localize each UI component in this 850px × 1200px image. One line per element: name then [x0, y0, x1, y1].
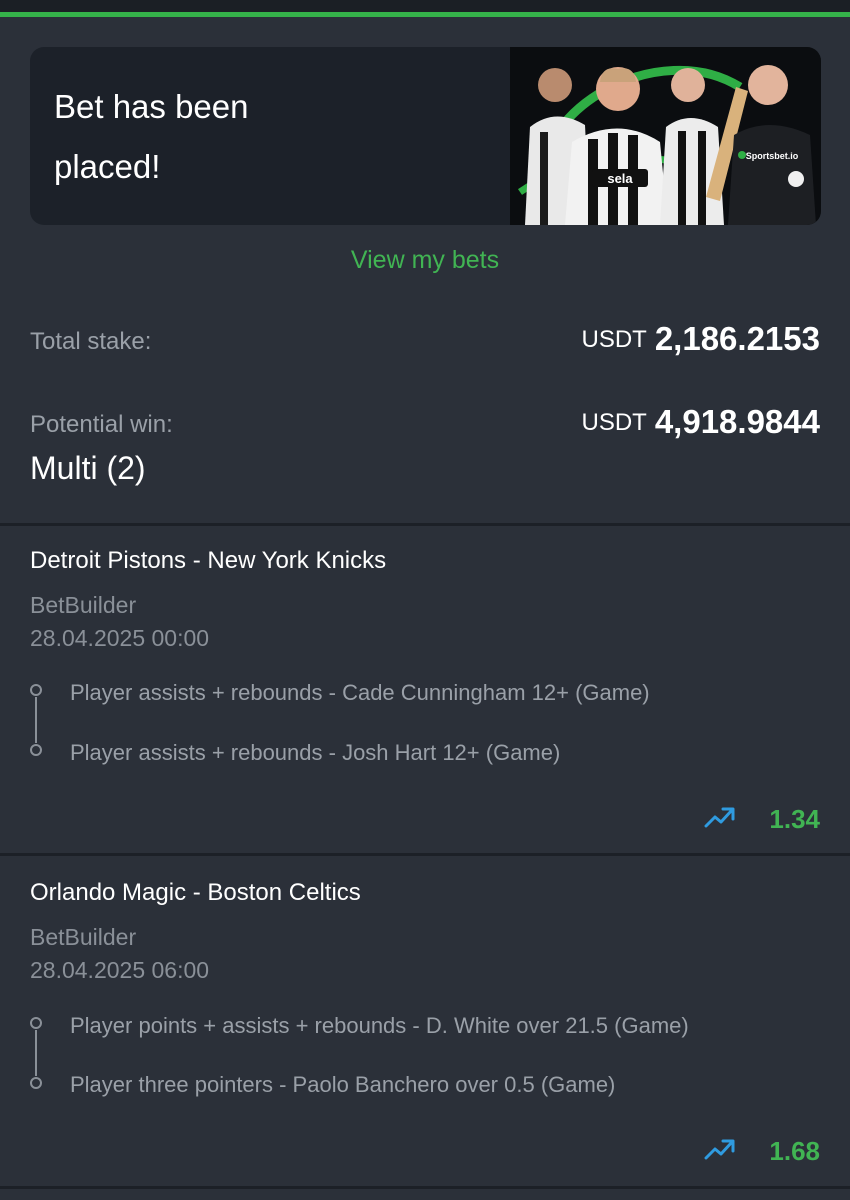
- status-bar: [0, 0, 850, 12]
- total-stake-amount: 2,186.2153: [654, 320, 820, 357]
- selection-item: Player three pointers - Paolo Banchero o…: [70, 1072, 616, 1097]
- selection-item: Player points + assists + rebounds - D. …: [70, 1013, 689, 1038]
- bet-placed-message: Bet has been placed!: [54, 77, 354, 197]
- potential-win-label: Potential win:: [30, 411, 173, 438]
- selection-item: Player assists + rebounds - Cade Cunning…: [70, 680, 650, 705]
- sponsor-logo-text: sela: [607, 171, 633, 186]
- bet-placed-message-line1: Bet has been: [54, 88, 249, 125]
- selection-marker-icon: [30, 1017, 42, 1029]
- potential-win-value: USDT 4,918.9844: [581, 403, 820, 441]
- bet-type: BetBuilder: [30, 592, 137, 618]
- total-stake-currency: USDT: [581, 326, 647, 353]
- bet-odds: 1.34: [769, 804, 820, 834]
- match-datetime: 28.04.2025 06:00: [30, 957, 210, 983]
- divider: [0, 1186, 850, 1189]
- selection-marker-icon: [30, 684, 42, 696]
- accent-top-bar: [0, 12, 850, 17]
- sportsbet-logo-text: Sportsbet.io: [746, 151, 799, 161]
- view-my-bets-link[interactable]: View my bets: [0, 246, 850, 275]
- match-title: Detroit Pistons - New York Knicks: [30, 547, 387, 574]
- bet-type: BetBuilder: [30, 924, 137, 950]
- selection-item: Player assists + rebounds - Josh Hart 12…: [70, 740, 561, 765]
- bet-odds: 1.68: [769, 1136, 820, 1166]
- bet-placed-message-line2: placed!: [54, 148, 161, 185]
- divider: [0, 523, 850, 526]
- trending-up-icon: [704, 1139, 735, 1160]
- potential-win-currency: USDT: [581, 409, 647, 436]
- total-stake-value: USDT 2,186.2153: [581, 320, 820, 358]
- selection-marker-icon: [30, 1077, 42, 1089]
- promo-players-image: sela Sportsbet.io: [510, 47, 821, 225]
- match-datetime: 28.04.2025 00:00: [30, 625, 210, 651]
- match-title: Orlando Magic - Boston Celtics: [30, 879, 361, 906]
- selection-marker-icon: [30, 744, 42, 756]
- potential-win-amount: 4,918.9844: [654, 403, 820, 440]
- trending-up-icon: [704, 807, 735, 828]
- selection-connector: [35, 697, 37, 743]
- total-stake-label: Total stake:: [30, 328, 152, 355]
- divider: [0, 853, 850, 856]
- bet-type-label: Multi (2): [30, 450, 146, 486]
- bet-placed-banner: Bet has been placed! sela Sportsbet.io: [30, 47, 821, 225]
- selection-connector: [35, 1030, 37, 1076]
